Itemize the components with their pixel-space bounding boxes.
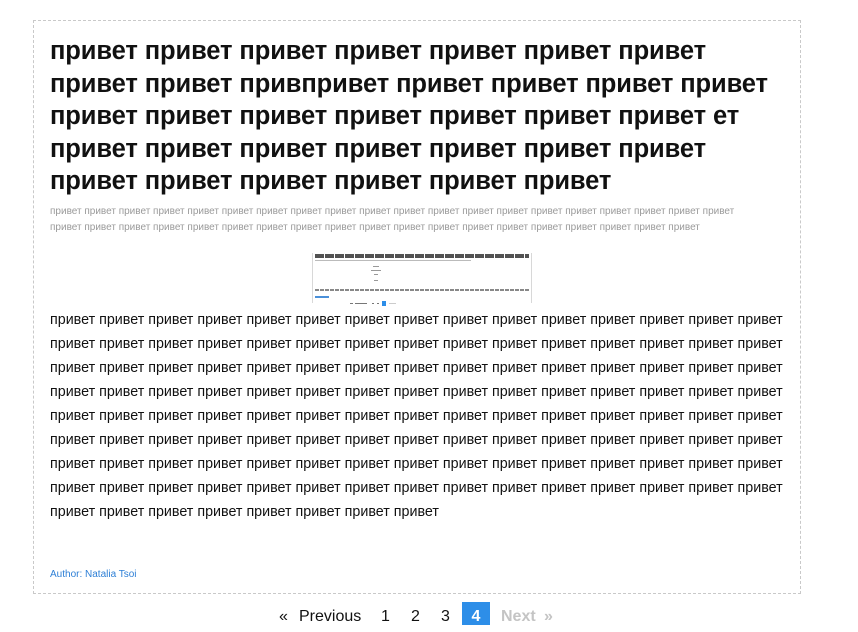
post-thumbnail-image bbox=[312, 253, 532, 303]
thumbnail-content-line bbox=[373, 266, 379, 267]
next-arrow-icon: » bbox=[544, 608, 553, 625]
pagination: « Previous 1 2 3 4 Next » bbox=[0, 602, 858, 625]
post-title: привет привет привет привет привет приве… bbox=[50, 37, 768, 195]
page-link-2[interactable]: 2 bbox=[411, 602, 420, 625]
author-link[interactable]: Author: Natalia Tsoi bbox=[50, 569, 137, 581]
thumbnail-content-line bbox=[374, 274, 378, 275]
post-card: привет привет привет привет привет приве… bbox=[33, 20, 801, 594]
previous-arrow-icon[interactable]: « bbox=[279, 602, 288, 625]
thumbnail-pagination bbox=[350, 301, 400, 307]
page-link-current[interactable]: 4 bbox=[462, 602, 490, 625]
page-link-1[interactable]: 1 bbox=[381, 602, 390, 625]
thumbnail-author-link bbox=[315, 296, 329, 298]
next-page-link: Next bbox=[501, 608, 536, 625]
page-link-3[interactable]: 3 bbox=[441, 602, 450, 625]
thumbnail-content-line bbox=[374, 280, 378, 281]
thumbnail-active-page-mark bbox=[382, 301, 386, 306]
thumbnail-content-line bbox=[371, 270, 381, 271]
previous-page-link[interactable]: Previous bbox=[299, 602, 361, 625]
post-body: привет привет привет привет привет приве… bbox=[50, 312, 783, 520]
thumbnail-prev-mark bbox=[355, 303, 367, 304]
thumbnail-body-lines bbox=[315, 289, 529, 291]
thumbnail-next-mark bbox=[389, 303, 396, 304]
post-excerpt: привет привет привет привет привет приве… bbox=[50, 206, 735, 233]
thumbnail-subtitle-line bbox=[315, 260, 471, 261]
thumbnail-prev-mark bbox=[350, 303, 353, 304]
thumbnail-page-mark bbox=[372, 303, 374, 304]
thumbnail-page-mark bbox=[377, 303, 379, 304]
thumbnail-title-lines bbox=[315, 254, 529, 258]
